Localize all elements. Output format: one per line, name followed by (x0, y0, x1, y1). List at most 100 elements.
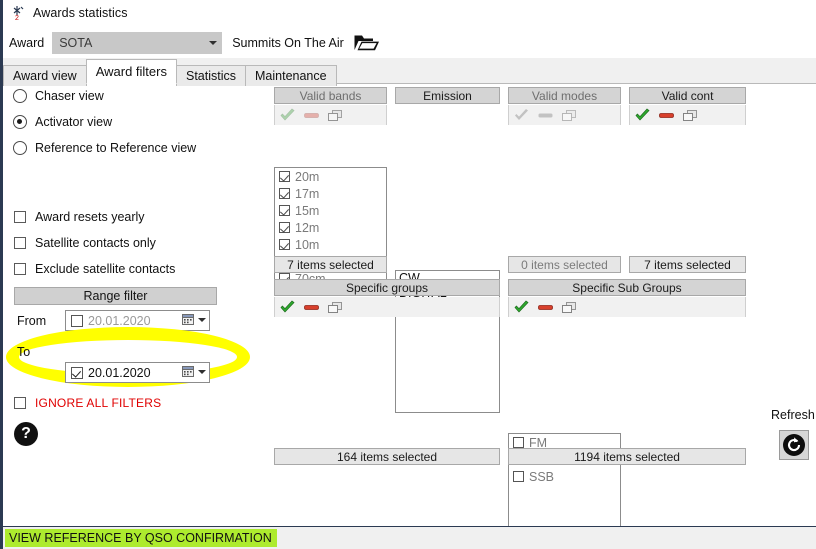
award-selector-row: Award SOTA Summits On The Air (3, 28, 816, 57)
tab-award-view[interactable]: Award view (3, 65, 87, 86)
radio-activator-view-label: Activator view (35, 115, 113, 129)
refresh-label: Refresh (771, 408, 815, 422)
checkbox-exclude-satellite-contacts[interactable]: Exclude satellite contacts (14, 262, 175, 276)
radio-chaser-view[interactable]: Chaser view (13, 89, 104, 103)
radio-chaser-view-label: Chaser view (35, 89, 104, 103)
award-combobox-value: SOTA (59, 35, 93, 50)
svg-text:2: 2 (15, 15, 19, 22)
list-item-label: SSB (529, 469, 555, 484)
to-date-controls[interactable] (182, 365, 206, 378)
list-item[interactable]: SSB (509, 468, 620, 485)
chevron-down-icon[interactable] (204, 32, 222, 53)
statusbar: VIEW REFERENCE BY QSO CONFIRMATION (3, 526, 816, 549)
valid-modes-toolbar (508, 105, 621, 125)
list-item[interactable]: 20m (275, 168, 386, 185)
to-date-value: 20.01.2020 (88, 365, 151, 380)
award-combobox[interactable]: SOTA (52, 31, 223, 54)
tab-statistics[interactable]: Statistics (175, 65, 246, 86)
checkbox-indicator (279, 171, 290, 182)
refresh-circular-arrow-icon (783, 434, 805, 456)
red-minus-icon[interactable] (658, 108, 675, 123)
green-check-icon[interactable] (279, 300, 296, 315)
statusbar-text: VIEW REFERENCE BY QSO CONFIRMATION (5, 529, 277, 547)
specific-groups-footer: 164 items selected (274, 448, 500, 465)
checkbox-indicator (279, 222, 290, 233)
checkbox-indicator (279, 239, 290, 250)
valid-bands-toolbar (274, 105, 387, 125)
red-minus-icon[interactable] (537, 300, 554, 315)
from-date-controls[interactable] (182, 313, 206, 326)
checkbox-satellite-contacts-only[interactable]: Satellite contacts only (14, 236, 156, 250)
invert-selection-icon[interactable] (327, 108, 344, 123)
specific-sub-groups-footer: 1194 items selected (508, 448, 746, 465)
valid-cont-footer: 7 items selected (629, 256, 746, 273)
help-glyph: ? (21, 425, 31, 442)
checkbox-indicator (279, 188, 290, 199)
awards-statistics-window: 2 Awards statistics Award SOTA Summits O… (0, 0, 816, 549)
checkbox-award-resets-yearly-label: Award resets yearly (35, 210, 145, 224)
radio-indicator (13, 115, 27, 129)
checkbox-indicator (14, 237, 26, 249)
checkbox-ignore-all-filters[interactable]: IGNORE ALL FILTERS (14, 396, 161, 410)
statistics-icon: 2 (9, 4, 27, 22)
window-titlebar: 2 Awards statistics (3, 0, 816, 25)
to-date-label: To (17, 345, 31, 359)
chevron-down-icon[interactable] (198, 317, 206, 322)
open-folder-icon[interactable] (353, 32, 381, 53)
list-item[interactable]: 10m (275, 236, 386, 253)
red-minus-icon[interactable] (303, 108, 320, 123)
specific-sub-groups-header: Specific Sub Groups (508, 279, 746, 296)
list-item-label: 17m (295, 186, 320, 201)
help-icon[interactable]: ? (14, 422, 38, 446)
list-item[interactable]: 17m (275, 185, 386, 202)
radio-indicator (13, 141, 27, 155)
from-date-field[interactable]: 20.01.2020 (65, 310, 210, 331)
list-item[interactable]: 12m (275, 219, 386, 236)
invert-selection-icon[interactable] (561, 300, 578, 315)
calendar-icon[interactable] (182, 313, 195, 326)
invert-selection-icon (561, 108, 578, 123)
tab-maintenance[interactable]: Maintenance (245, 65, 337, 86)
from-date-label: From (17, 314, 47, 328)
green-check-icon[interactable] (279, 108, 296, 123)
list-item[interactable]: 15m (275, 202, 386, 219)
from-date-checkbox[interactable] (71, 314, 83, 327)
chevron-down-icon[interactable] (198, 369, 206, 374)
invert-selection-icon[interactable] (682, 108, 699, 123)
checkbox-indicator (513, 471, 524, 482)
list-item-label: 20m (295, 169, 320, 184)
checkbox-indicator (279, 205, 290, 216)
specific-groups-header: Specific groups (274, 279, 500, 296)
award-description: Summits On The Air (232, 35, 344, 50)
valid-cont-toolbar (629, 105, 746, 125)
valid-cont-header: Valid cont (629, 87, 746, 104)
red-minus-icon (537, 108, 554, 123)
radio-reference-to-reference-view[interactable]: Reference to Reference view (13, 141, 196, 155)
valid-modes-footer: 0 items selected (508, 256, 621, 273)
invert-selection-icon[interactable] (327, 300, 344, 315)
emission-header: Emission (395, 87, 500, 104)
refresh-button[interactable] (779, 430, 809, 460)
calendar-icon[interactable] (182, 365, 195, 378)
green-check-icon[interactable] (634, 108, 651, 123)
list-item-label: 15m (295, 203, 320, 218)
radio-reference-to-reference-view-label: Reference to Reference view (35, 141, 197, 155)
award-label: Award (9, 35, 45, 50)
valid-bands-footer: 7 items selected (274, 256, 387, 273)
to-date-field[interactable]: 20.01.2020 (65, 362, 210, 383)
list-item-label: 12m (295, 220, 320, 235)
tabstrip: Award view Award filters Statistics Main… (3, 58, 816, 86)
tab-award-filters[interactable]: Award filters (85, 59, 177, 84)
checkbox-award-resets-yearly[interactable]: Award resets yearly (14, 210, 145, 224)
window-title: Awards statistics (33, 5, 128, 20)
checkbox-exclude-satellite-contacts-label: Exclude satellite contacts (35, 262, 176, 276)
radio-activator-view[interactable]: Activator view (13, 115, 112, 129)
valid-bands-header: Valid bands (274, 87, 387, 104)
to-date-checkbox[interactable] (71, 366, 83, 379)
specific-groups-toolbar (274, 297, 500, 317)
green-check-icon[interactable] (513, 300, 530, 315)
red-minus-icon[interactable] (303, 300, 320, 315)
checkbox-indicator (14, 397, 26, 409)
checkbox-indicator (14, 211, 26, 223)
checkbox-indicator (513, 437, 524, 448)
